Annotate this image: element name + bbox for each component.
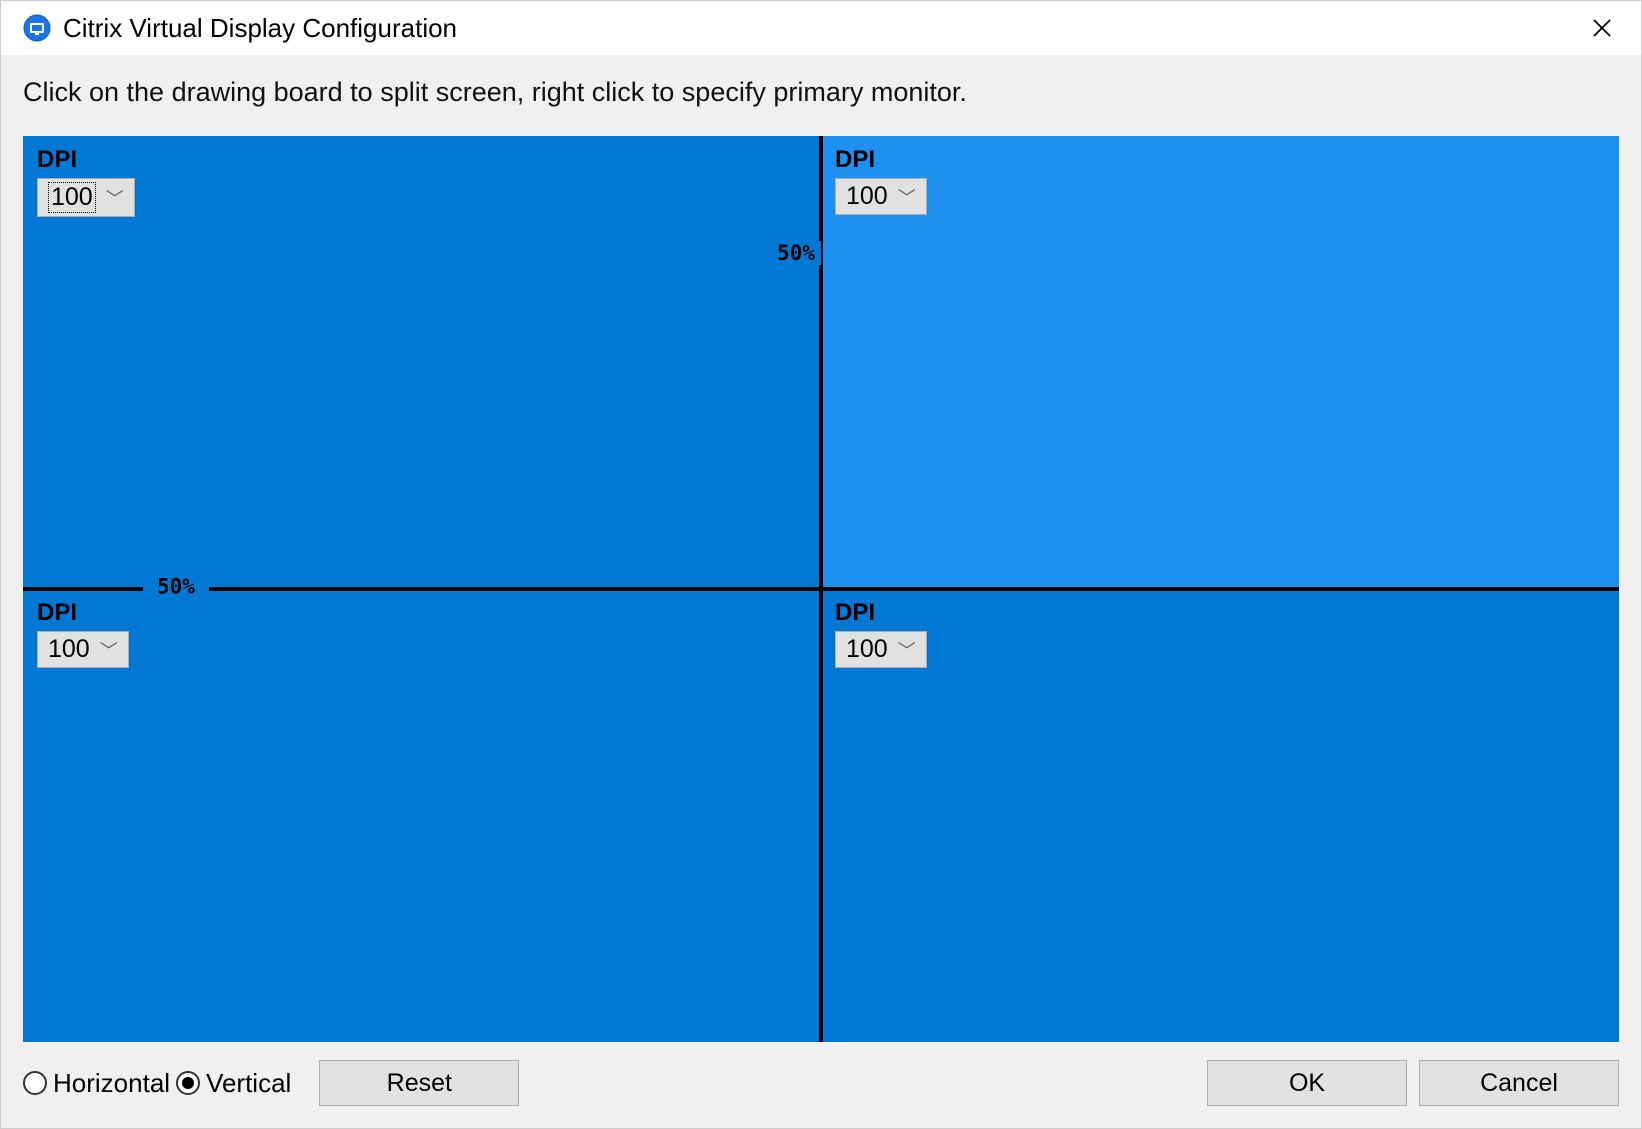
titlebar: Citrix Virtual Display Configuration	[1, 1, 1641, 55]
monitor-panel-top-left[interactable]: DPI 100 ﹀	[23, 136, 821, 589]
monitor-panel-bottom-left[interactable]: DPI 100 ﹀	[23, 589, 821, 1042]
dpi-value: 100	[48, 635, 90, 664]
ok-button[interactable]: OK	[1207, 1060, 1407, 1106]
monitor-panel-top-right[interactable]: DPI 100 ﹀	[821, 136, 1619, 589]
dpi-select-top-right[interactable]: 100 ﹀	[835, 178, 927, 215]
dpi-value: 100	[846, 635, 888, 664]
vertical-split-label: 50%	[777, 241, 821, 265]
dpi-label: DPI	[37, 599, 807, 627]
dpi-label: DPI	[835, 599, 1605, 627]
dpi-value: 100	[48, 182, 96, 213]
chevron-down-icon: ﹀	[898, 637, 916, 663]
radio-vertical[interactable]: Vertical	[176, 1068, 291, 1099]
horizontal-split-label: 50%	[143, 575, 209, 599]
radio-horizontal[interactable]: Horizontal	[23, 1068, 170, 1099]
monitor-panel-bottom-right[interactable]: DPI 100 ﹀	[821, 589, 1619, 1042]
dpi-select-bottom-left[interactable]: 100 ﹀	[37, 631, 129, 668]
orientation-radio-group: Horizontal Vertical	[23, 1068, 291, 1099]
dpi-value: 100	[846, 182, 888, 211]
app-icon	[23, 14, 51, 42]
reset-button[interactable]: Reset	[319, 1060, 519, 1106]
dialog-footer: Horizontal Vertical Reset OK Cancel	[23, 1042, 1619, 1106]
close-button[interactable]	[1575, 1, 1629, 55]
drawing-board[interactable]: DPI 100 ﹀ DPI 100 ﹀ DPI 100 ﹀	[23, 136, 1619, 1042]
dialog-content: Click on the drawing board to split scre…	[1, 55, 1641, 1128]
window-title: Citrix Virtual Display Configuration	[63, 13, 1575, 44]
dpi-label: DPI	[835, 146, 1605, 174]
radio-label: Horizontal	[53, 1068, 170, 1099]
radio-icon	[176, 1071, 200, 1095]
horizontal-split-divider[interactable]	[23, 587, 1619, 591]
instruction-text: Click on the drawing board to split scre…	[23, 77, 1619, 108]
dpi-select-top-left[interactable]: 100 ﹀	[37, 178, 135, 217]
chevron-down-icon: ﹀	[898, 184, 916, 210]
dpi-select-bottom-right[interactable]: 100 ﹀	[835, 631, 927, 668]
chevron-down-icon: ﹀	[100, 637, 118, 663]
dpi-label: DPI	[37, 146, 807, 174]
chevron-down-icon: ﹀	[106, 185, 124, 211]
radio-label: Vertical	[206, 1068, 291, 1099]
cancel-button[interactable]: Cancel	[1419, 1060, 1619, 1106]
radio-icon	[23, 1071, 47, 1095]
dialog-window: Citrix Virtual Display Configuration Cli…	[0, 0, 1642, 1129]
